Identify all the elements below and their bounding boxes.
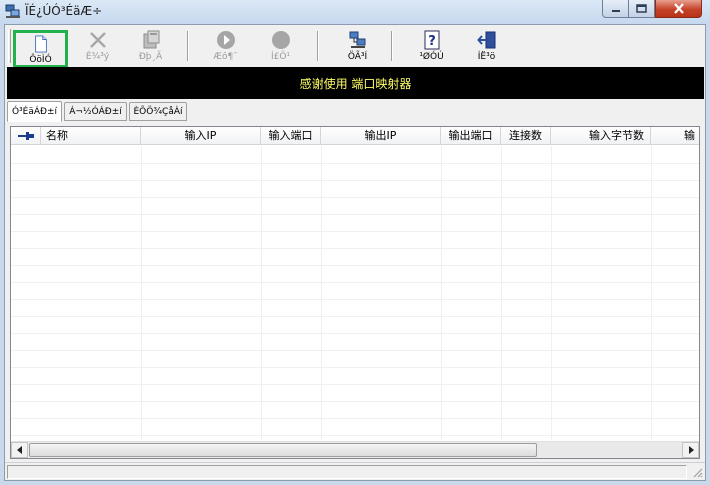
table-gridlines [11,146,699,440]
main-window: ÔöÌÓ É¾³ý Ðþ¸Ã Æô¶¯ Í£Ö¹ ÖÃ³Í ? ¹ØÓÚ ÍË³… [4,24,706,481]
add-button[interactable]: ÔöÌÓ [13,30,68,68]
column-header-connections[interactable]: 连接数 [501,127,551,145]
table-header: 名称 输入IP 输入端口 输出IP 输出端口 连接数 输入字节数 输 [11,127,699,145]
arrow-left-icon [16,446,22,454]
play-icon [216,31,235,49]
column-header-input-bytes[interactable]: 输入字节数 [551,127,651,145]
mapping-table[interactable]: 名称 输入IP 输入端口 输出IP 输出端口 连接数 输入字节数 输 [10,126,700,459]
toolbar-separator [391,31,393,61]
edit-button[interactable]: Ðþ¸Ã [123,28,178,65]
column-header-input-port[interactable]: 输入端口 [261,127,321,145]
stop-button-label: Í£Ö¹ [270,52,291,62]
app-icon [5,4,20,18]
toolbar-separator [317,31,319,61]
toolbar-separator [187,31,189,61]
scroll-right-button[interactable] [682,442,699,458]
close-button[interactable] [655,0,702,18]
column-header-output-truncated[interactable]: 输 [651,127,699,145]
tab-connection-list[interactable]: Á¬½ÓÁÐ±í [64,102,127,121]
start-button[interactable]: Æô¶¯ [198,28,253,65]
pin-icon [18,132,34,140]
scroll-left-button[interactable] [11,442,28,458]
about-button[interactable]: ? ¹ØÓÚ [404,28,459,65]
resize-grip-icon[interactable] [691,466,703,478]
tab-label: Á¬½ÓÁÐ±í [69,106,122,117]
exit-door-icon [476,31,495,49]
settings-button-label: ÖÃ³Í [347,52,368,62]
column-header-output-ip[interactable]: 输出IP [321,127,441,145]
tab-label: Ó³ÉäÁÐ±í [11,106,58,117]
exit-button-label: ÍË³ö [477,52,496,62]
settings-button[interactable]: ÖÃ³Í [330,28,385,65]
delete-x-icon [89,32,106,48]
close-icon [673,3,684,14]
stop-icon [271,31,290,49]
help-icon: ? [424,30,439,50]
network-icon [349,31,365,48]
add-button-label: ÔöÌÓ [29,55,52,65]
start-button-label: Æô¶¯ [213,52,238,62]
banner-text: 感谢使用 端口映射器 [299,76,412,91]
status-pane [7,465,687,479]
stop-button[interactable]: Í£Ö¹ [253,28,308,65]
toolbar-grip[interactable] [8,29,11,63]
arrow-right-icon [688,446,694,454]
about-button-label: ¹ØÓÚ [419,52,444,62]
edit-button-label: Ðþ¸Ã [138,52,163,62]
title-bar: ÏÉ¿ÚÓ³ÉäÆ÷ [0,0,710,24]
delete-button[interactable]: É¾³ý [70,28,125,65]
toolbar: ÔöÌÓ É¾³ý Ðþ¸Ã Æô¶¯ Í£Ö¹ ÖÃ³Í ? ¹ØÓÚ ÍË³… [5,25,705,68]
tab-log[interactable]: ÈÕÖ¾ÇåÀí [129,102,187,121]
svg-text:?: ? [428,34,436,49]
column-header-name[interactable]: 名称 [41,127,141,145]
minimize-button[interactable] [602,0,629,18]
scrollbar-thumb[interactable] [29,443,537,457]
maximize-icon [636,4,647,13]
column-header-input-ip[interactable]: 输入IP [141,127,261,145]
welcome-banner: 感谢使用 端口映射器 [7,67,704,99]
window-title: ÏÉ¿ÚÓ³ÉäÆ÷ [25,4,103,18]
column-header-output-port[interactable]: 输出端口 [441,127,501,145]
minimize-icon [611,9,620,12]
horizontal-scrollbar[interactable] [11,441,699,458]
delete-button-label: É¾³ý [85,52,110,62]
column-header-pin[interactable] [11,127,41,145]
new-document-icon [34,35,47,53]
maximize-button[interactable] [628,0,655,18]
tab-mapping-list[interactable]: Ó³ÉäÁÐ±í [7,101,62,122]
tab-label: ÈÕÖ¾ÇåÀí [133,106,183,117]
edit-icon [143,30,159,49]
status-bar [5,462,705,480]
exit-button[interactable]: ÍË³ö [459,28,514,65]
